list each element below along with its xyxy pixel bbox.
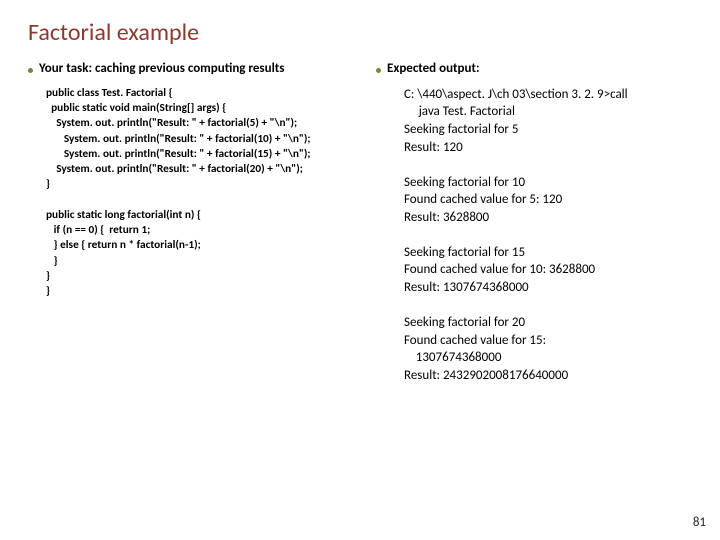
task-bullet-row: Your task: caching previous computing re… xyxy=(28,61,368,78)
left-column: Your task: caching previous computing re… xyxy=(28,61,368,384)
output-bullet-text: Expected output: xyxy=(387,61,480,78)
expected-output-block: C: \440\aspect. J\ch 03\section 3. 2. 9>… xyxy=(404,86,704,384)
page-number: 81 xyxy=(693,515,706,530)
slide: Factorial example Your task: caching pre… xyxy=(0,0,720,540)
bullet-icon xyxy=(376,68,381,73)
bullet-icon xyxy=(28,68,33,73)
right-column: Expected output: C: \440\aspect. J\ch 03… xyxy=(376,61,704,384)
content-columns: Your task: caching previous computing re… xyxy=(28,61,704,384)
output-bullet-row: Expected output: xyxy=(376,61,704,78)
slide-title: Factorial example xyxy=(28,18,704,47)
task-bullet-text: Your task: caching previous computing re… xyxy=(39,61,284,78)
code-block: public class Test. Factorial { public st… xyxy=(46,86,368,300)
